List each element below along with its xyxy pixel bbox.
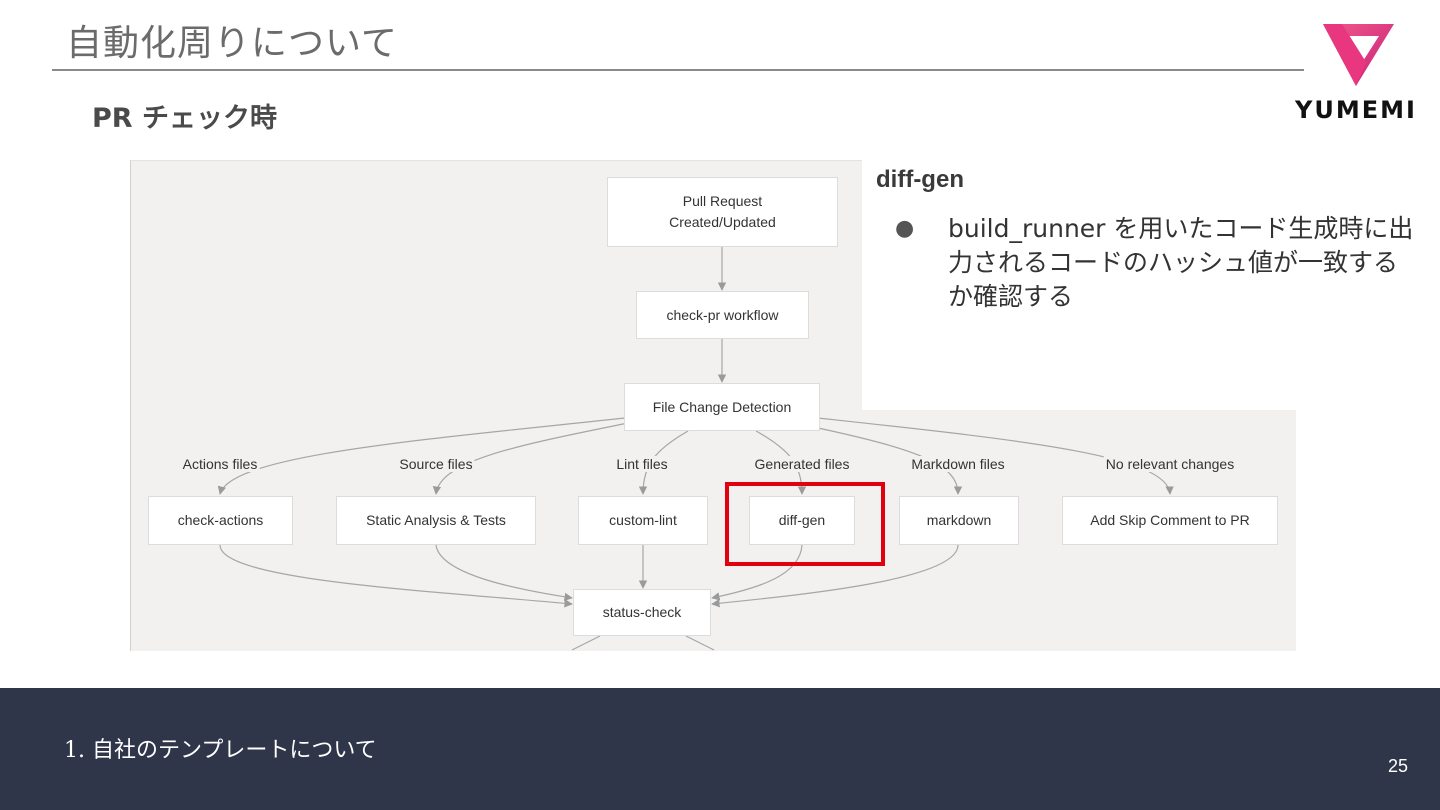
edge-label-generated-files: Generated files <box>752 456 852 472</box>
node-static-analysis-tests: Static Analysis & Tests <box>336 496 536 545</box>
bullet-icon: ● <box>895 216 915 241</box>
side-panel-bullet-text: build_runner を用いたコード生成時に出力されるコードのハッシュ値が一… <box>948 214 1414 311</box>
page-number: 25 <box>1387 756 1408 776</box>
edge-label-no-relevant-changes: No relevant changes <box>1103 456 1237 472</box>
edge-label-lint-files: Lint files <box>614 456 670 472</box>
edge-label-actions-files: Actions files <box>180 456 260 472</box>
node-file-change-detection: File Change Detection <box>624 383 820 431</box>
side-panel-heading: diff-gen <box>876 166 964 193</box>
edge-label-markdown-files: Markdown files <box>909 456 1007 472</box>
node-add-skip-comment: Add Skip Comment to PR <box>1062 496 1278 545</box>
diff-gen-highlight-box <box>725 482 885 566</box>
edge-label-source-files: Source files <box>397 456 475 472</box>
slide-footer: 1. 自社のテンプレートについて 25 <box>0 688 1440 810</box>
node-status-check: status-check <box>573 589 711 636</box>
node-custom-lint: custom-lint <box>578 496 708 545</box>
node-check-pr-workflow: check-pr workflow <box>636 291 809 339</box>
node-pull-request: Pull Request Created/Updated <box>607 177 838 247</box>
node-markdown: markdown <box>899 496 1019 545</box>
node-check-actions: check-actions <box>148 496 293 545</box>
footer-agenda-item: 1. 自社のテンプレートについて <box>64 738 377 763</box>
